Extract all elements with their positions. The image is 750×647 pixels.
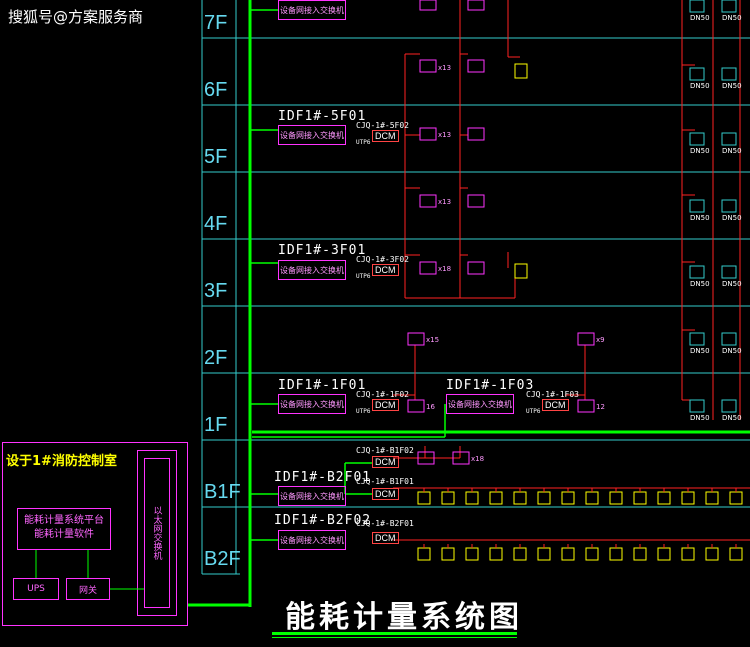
room-wiring: [35, 550, 144, 590]
diagram-title: 能耗计量系统图: [285, 600, 523, 635]
title-underline: [272, 632, 517, 635]
title-underline-thin: [272, 637, 517, 638]
